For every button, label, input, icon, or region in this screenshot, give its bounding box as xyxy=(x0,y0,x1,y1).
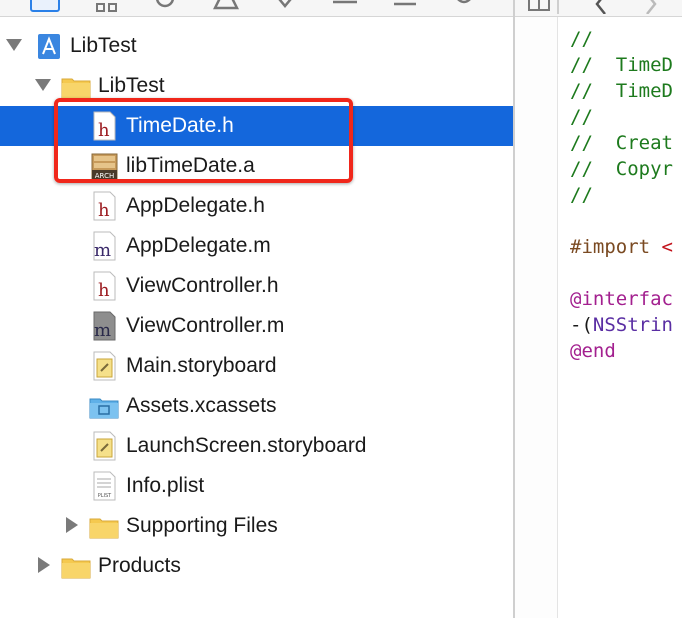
highlight-annotation xyxy=(54,98,353,183)
project-navigator-tab[interactable] xyxy=(30,0,60,12)
objc-source-file-modified-icon: m xyxy=(89,311,119,341)
folder-icon xyxy=(61,71,91,101)
file-row-appdelegate-m[interactable]: m AppDelegate.m xyxy=(0,226,514,266)
code-line-interface: @interfac xyxy=(570,288,673,310)
file-label: Main.storyboard xyxy=(126,354,277,377)
disclosure-closed-icon[interactable] xyxy=(38,557,50,573)
file-label: Info.plist xyxy=(126,474,205,497)
group-label: LibTest xyxy=(98,74,165,97)
code-line: // Creat xyxy=(570,132,673,154)
code-line: // xyxy=(570,184,593,206)
file-label: LaunchScreen.storyboard xyxy=(126,434,367,457)
storyboard-icon xyxy=(89,351,119,381)
file-label: AppDelegate.m xyxy=(126,234,271,257)
supporting-files-row[interactable]: Supporting Files xyxy=(0,506,514,546)
code-line: // xyxy=(570,106,593,128)
line-number-gutter xyxy=(515,17,558,618)
file-row-main-storyboard[interactable]: Main.storyboard xyxy=(0,346,514,386)
code-line-method: -(NSStrin xyxy=(570,314,673,336)
svg-text:h: h xyxy=(98,280,110,301)
folder-label: Products xyxy=(98,554,181,577)
test-navigator-icon[interactable] xyxy=(272,0,298,14)
svg-text:m: m xyxy=(94,240,111,261)
breakpoint-navigator-icon[interactable] xyxy=(392,0,418,14)
jump-bar xyxy=(515,0,682,17)
storyboard-icon xyxy=(89,431,119,461)
disclosure-open-icon[interactable] xyxy=(35,79,51,91)
objc-source-file-icon: m xyxy=(89,231,119,261)
folder-label: Supporting Files xyxy=(126,514,278,537)
svg-text:PLIST: PLIST xyxy=(98,493,112,499)
file-row-launchscreen-storyboard[interactable]: LaunchScreen.storyboard xyxy=(0,426,514,466)
plist-icon: PLIST xyxy=(89,471,119,501)
code-line: // Copyr xyxy=(570,158,673,180)
debug-navigator-icon[interactable] xyxy=(332,0,358,14)
project-row[interactable]: LibTest xyxy=(0,26,514,66)
navigator-toolbar xyxy=(0,0,514,17)
file-label: ViewController.m xyxy=(126,314,285,337)
project-navigator: LibTest LibTest h TimeDate.h ARCH libTim… xyxy=(0,0,514,618)
file-row-viewcontroller-m[interactable]: m ViewController.m xyxy=(0,306,514,346)
xcode-project-icon xyxy=(34,31,64,61)
file-label: Assets.xcassets xyxy=(126,394,277,417)
issue-navigator-icon[interactable] xyxy=(213,0,239,14)
folder-icon xyxy=(61,551,91,581)
code-line: // xyxy=(570,28,593,50)
code-line: // TimeD xyxy=(570,54,673,76)
file-row-viewcontroller-h[interactable]: h ViewController.h xyxy=(0,266,514,306)
code-line-end: @end xyxy=(570,340,616,362)
header-file-icon: h xyxy=(89,271,119,301)
code-line: // TimeD xyxy=(570,80,673,102)
folder-icon xyxy=(89,511,119,541)
svg-text:m: m xyxy=(94,320,111,341)
report-navigator-icon[interactable] xyxy=(451,0,477,14)
code-line-import: #import < xyxy=(570,236,673,258)
back-chevron-icon[interactable] xyxy=(591,0,611,19)
find-navigator-icon[interactable] xyxy=(153,0,179,14)
products-row[interactable]: Products xyxy=(0,546,514,586)
symbol-navigator-icon[interactable] xyxy=(94,0,120,14)
file-row-appdelegate-h[interactable]: h AppDelegate.h xyxy=(0,186,514,226)
disclosure-closed-icon[interactable] xyxy=(66,517,78,533)
source-editor[interactable]: // // TimeD // TimeD // // Creat // Copy… xyxy=(515,0,682,618)
file-label: ViewController.h xyxy=(126,274,279,297)
file-label: AppDelegate.h xyxy=(126,194,265,217)
svg-text:h: h xyxy=(98,200,110,221)
file-row-info-plist[interactable]: PLIST Info.plist xyxy=(0,466,514,506)
file-row-assets-xcassets[interactable]: Assets.xcassets xyxy=(0,386,514,426)
disclosure-open-icon[interactable] xyxy=(6,39,22,51)
asset-catalog-icon xyxy=(89,391,119,421)
header-file-icon: h xyxy=(89,191,119,221)
project-label: LibTest xyxy=(70,34,137,57)
forward-chevron-icon[interactable] xyxy=(641,0,661,19)
